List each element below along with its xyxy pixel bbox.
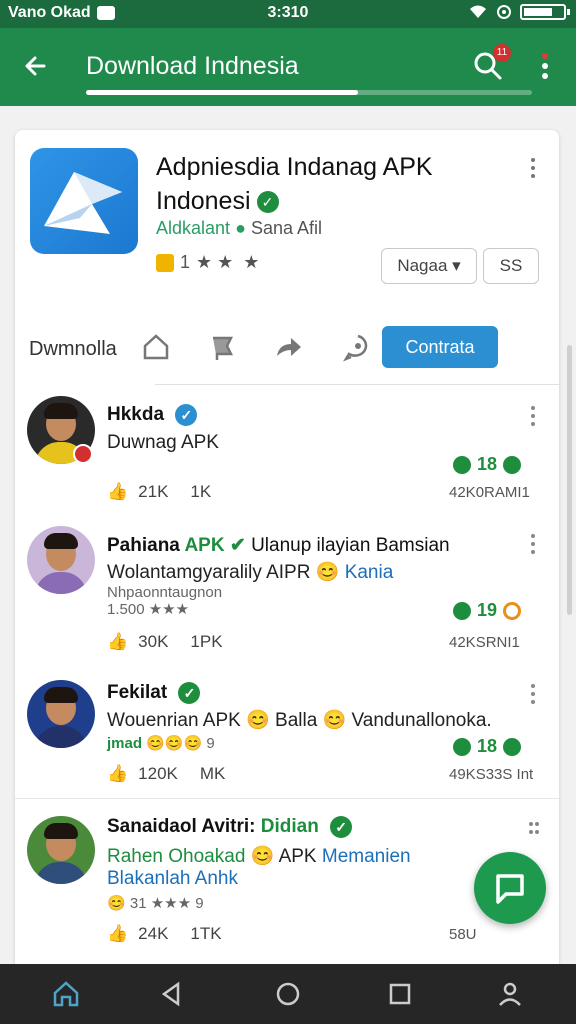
developer-subtitle: Sana Afil	[250, 218, 323, 238]
post-stats: 👍 30K 1PK	[107, 632, 223, 652]
contact-button[interactable]: Contrata	[382, 326, 498, 368]
wifi-icon	[470, 5, 486, 18]
thumbs-up-icon[interactable]: 👍	[107, 482, 128, 502]
emoji-icon: 😊	[315, 562, 340, 583]
home-circle-icon[interactable]	[272, 978, 304, 1010]
post-stats: 👍 120K MK	[107, 764, 226, 784]
emoji-icon: 😊	[246, 710, 270, 731]
post-meta-rating: 😊 31 ★★★ 9	[107, 895, 204, 912]
developer-line: Aldkalant ● Sana Afil	[156, 218, 322, 239]
post-text: Duwnag APK	[107, 432, 219, 453]
verified-check-icon: ✓	[330, 816, 353, 838]
post-text: Rahen Ohoakad 😊 APK Memanien	[107, 846, 411, 867]
emoji-icon: 😊	[107, 895, 126, 912]
score: 18	[453, 454, 522, 475]
thumbs-up-icon[interactable]: 👍	[107, 764, 128, 784]
home-icon[interactable]	[50, 978, 82, 1010]
emoji-icon: 😊😊😊	[146, 735, 203, 752]
app-logo-icon[interactable]	[30, 148, 138, 254]
post-author: Fekilat ✓	[107, 682, 201, 704]
chat-bubble-icon[interactable]	[341, 330, 375, 364]
score-icon	[503, 455, 522, 474]
more-vert-icon[interactable]	[527, 682, 539, 706]
rating-row: 1 ★ ★ ★	[156, 252, 259, 273]
post-author: Hkkda ✓	[107, 404, 198, 426]
app-detail-card: Adpniesdia Indanag APK Indonesi ✓ Aldkala…	[15, 130, 559, 970]
chevron-down-icon: ▾	[447, 256, 461, 275]
profile-icon[interactable]	[494, 978, 526, 1010]
more-vert-icon[interactable]	[527, 404, 539, 428]
score-icon	[503, 601, 522, 620]
compose-fab-button[interactable]	[474, 852, 546, 924]
rating-value: 1	[180, 252, 191, 272]
post-text: Wouenrian APK 😊 Balla 😊 Vandunallonoka.	[107, 710, 492, 731]
home-outline-icon[interactable]	[139, 330, 173, 364]
status-bar: Vano Okad 3:310	[0, 0, 576, 28]
post-text-2: Blakanlah Anhk	[107, 868, 238, 889]
avatar	[27, 816, 95, 884]
sync-icon	[497, 5, 511, 19]
post-meta: Nhpaonntaugnon	[107, 584, 223, 601]
post-author: Pahiana APK ✔ Ulanup ilayian Bamsian	[107, 535, 450, 556]
post-time: 42KSRNI1	[449, 634, 520, 651]
post-meta: jmad 😊😊😊 9	[107, 735, 215, 752]
post-time: 42K0RAMI1	[449, 484, 530, 501]
thumbs-up-icon[interactable]: 👍	[107, 632, 128, 652]
score-icon	[453, 455, 471, 474]
post-meta-rating: 1.500 ★★★	[107, 601, 190, 618]
emoji-icon: 😊	[250, 846, 275, 867]
pin-icon: ●	[235, 218, 246, 238]
secondary-button[interactable]: SS	[483, 248, 539, 284]
scrollbar[interactable]	[567, 345, 572, 615]
star-rating-icon: ★ ★ ★	[196, 252, 260, 272]
back-triangle-icon[interactable]	[156, 978, 188, 1010]
more-vert-icon[interactable]	[527, 156, 539, 180]
thumbs-up-icon[interactable]: 👍	[107, 924, 128, 944]
post-stats: 👍 21K 1K	[107, 482, 212, 502]
score-icon	[453, 737, 471, 756]
more-dots-icon[interactable]	[527, 816, 539, 840]
system-navigation-bar	[0, 964, 576, 1024]
score: 18	[453, 736, 522, 757]
post-time: 58U	[449, 926, 477, 943]
more-vert-icon[interactable]	[527, 532, 539, 556]
back-arrow-icon[interactable]	[18, 48, 54, 84]
battery-icon	[520, 4, 570, 20]
rating-badge-icon	[156, 253, 174, 272]
star-rating-icon: ★★★	[150, 895, 192, 912]
score-icon	[453, 601, 471, 620]
score-icon	[503, 737, 522, 756]
verified-check-icon: ✓	[175, 404, 198, 426]
avatar	[27, 680, 95, 748]
notification-count-badge: 11	[493, 44, 511, 62]
post-time: 49KS33S Int	[449, 766, 534, 783]
chat-square-icon	[496, 874, 524, 904]
post-stats: 👍 24K 1TK	[107, 924, 222, 944]
avatar	[27, 526, 95, 594]
verified-check-icon: ✓	[256, 191, 279, 214]
recents-square-icon[interactable]	[384, 978, 416, 1010]
star-rating-icon: ★★★	[148, 601, 190, 618]
version-dropdown[interactable]: Nagaa ▾	[381, 248, 477, 284]
verified-check-icon: ✓	[178, 682, 201, 704]
status-badge	[73, 444, 93, 464]
score: 19	[453, 600, 522, 621]
app-bar: Download Indnesia 11	[0, 28, 576, 106]
emoji-icon: 😊	[322, 710, 347, 731]
post-text: Wolantamgyaralily AIPR 😊 Kania	[107, 562, 394, 583]
flag-icon[interactable]	[205, 330, 239, 364]
list-item[interactable]: Pahiana APK ✔ Ulanup ilayian Bamsian Wol…	[15, 526, 559, 664]
overflow-menu-icon[interactable]	[530, 48, 560, 84]
post-author: Sanaidaol Avitri: Didian ✓	[107, 816, 353, 838]
download-progress-bar	[86, 90, 532, 95]
page-title: Download Indnesia	[86, 52, 299, 80]
check-icon: ✔	[229, 535, 246, 556]
share-arrow-icon[interactable]	[271, 330, 305, 364]
list-item[interactable]: Hkkda ✓ Duwnag APK 18 👍 21K 1K 42K0RAMI1	[15, 396, 559, 510]
app-title: Adpniesdia Indanag APK Indonesi ✓	[156, 153, 433, 215]
download-label: Dwmnolla	[29, 338, 117, 360]
developer-name[interactable]: Aldkalant	[156, 218, 230, 238]
list-item[interactable]: Fekilat ✓ Wouenrian APK 😊 Balla 😊 Vandun…	[15, 676, 559, 796]
